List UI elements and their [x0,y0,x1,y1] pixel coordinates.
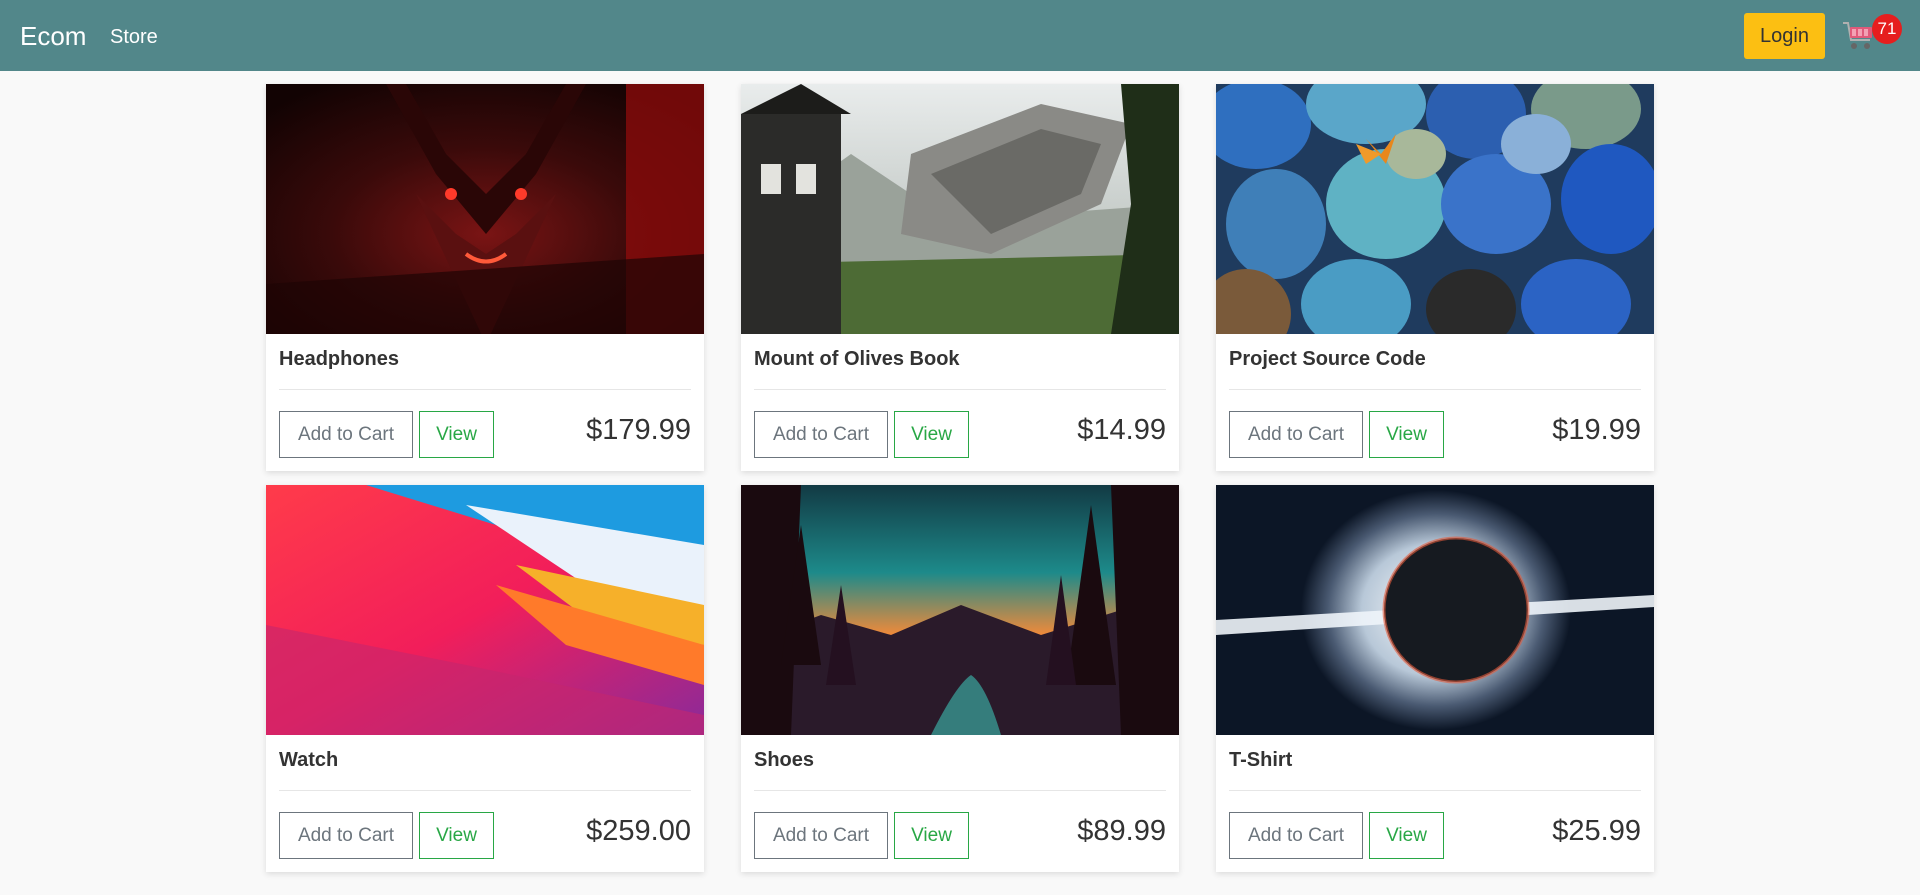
login-button[interactable]: Login [1744,13,1825,59]
product-title: Project Source Code [1229,334,1641,390]
product-image [266,485,704,735]
view-button[interactable]: View [419,411,494,458]
product-price: $19.99 [1552,414,1641,446]
view-button[interactable]: View [1369,812,1444,859]
product-price: $25.99 [1552,815,1641,847]
product-price: $179.99 [586,414,691,446]
add-to-cart-button[interactable]: Add to Cart [279,411,413,458]
product-image [266,84,704,334]
product-card: Mount of Olives Book Add to Cart View $1… [741,84,1179,471]
view-button[interactable]: View [1369,411,1444,458]
add-to-cart-button[interactable]: Add to Cart [279,812,413,859]
top-navbar: Ecom Store Login 71 [0,0,1920,71]
product-title: Watch [279,735,691,791]
view-button[interactable]: View [419,812,494,859]
nav-store-link[interactable]: Store [110,25,158,49]
product-title: Headphones [279,334,691,390]
product-card: Headphones Add to Cart View $179.99 [266,84,704,471]
product-card: T-Shirt Add to Cart View $25.99 [1216,485,1654,872]
product-image [1216,485,1654,735]
product-image [741,84,1179,334]
cart-button[interactable]: 71 [1840,14,1902,54]
cart-count-badge: 71 [1872,14,1902,44]
view-button[interactable]: View [894,812,969,859]
product-card: Project Source Code Add to Cart View $19… [1216,84,1654,471]
product-title: Mount of Olives Book [754,334,1166,390]
product-title: T-Shirt [1229,735,1641,791]
add-to-cart-button[interactable]: Add to Cart [754,411,888,458]
product-image [1216,84,1654,334]
shopping-cart-icon [1843,22,1872,49]
product-card: Watch Add to Cart View $259.00 [266,485,704,872]
product-price: $14.99 [1077,414,1166,446]
product-card: Shoes Add to Cart View $89.99 [741,485,1179,872]
product-title: Shoes [754,735,1166,791]
brand-logo[interactable]: Ecom [20,20,86,52]
product-price: $89.99 [1077,815,1166,847]
product-image [741,485,1179,735]
add-to-cart-button[interactable]: Add to Cart [1229,812,1363,859]
add-to-cart-button[interactable]: Add to Cart [754,812,888,859]
view-button[interactable]: View [894,411,969,458]
product-grid: Headphones Add to Cart View $179.99 Moun… [266,84,1654,872]
product-price: $259.00 [586,815,691,847]
add-to-cart-button[interactable]: Add to Cart [1229,411,1363,458]
